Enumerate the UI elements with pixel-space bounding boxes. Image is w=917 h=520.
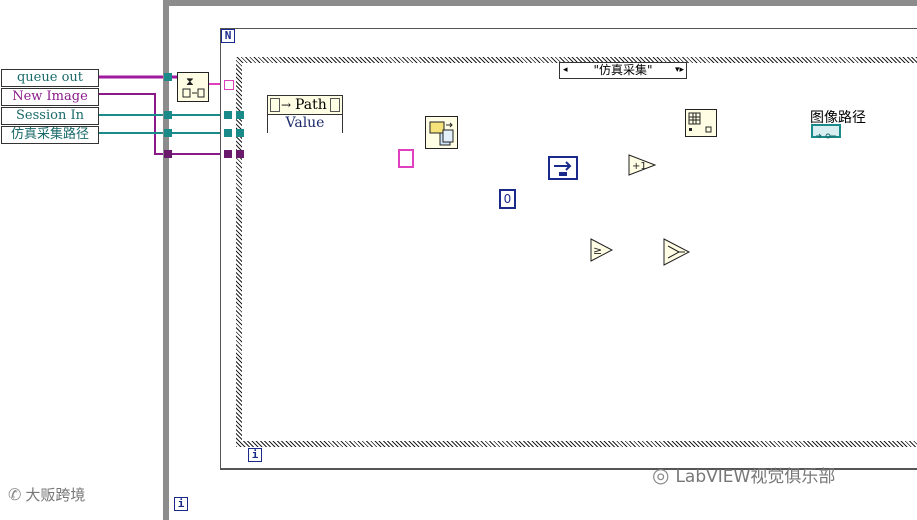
case-selector-value: "仿真采集" bbox=[593, 63, 653, 77]
new-image-control[interactable]: New Image bbox=[1, 88, 99, 106]
list-folder-node[interactable] bbox=[425, 116, 458, 149]
compare-node[interactable]: ≥ bbox=[590, 238, 614, 262]
property-node-ref-icon bbox=[270, 98, 280, 112]
increment-icon: +1 bbox=[632, 161, 647, 172]
for-loop-count-terminal[interactable]: N bbox=[221, 29, 235, 43]
image-tunnel bbox=[164, 150, 172, 158]
session-case-tunnel bbox=[236, 111, 244, 119]
svg-text:⧗: ⧗ bbox=[186, 75, 194, 88]
property-node-header: → Path bbox=[268, 96, 342, 115]
feedback-node[interactable] bbox=[548, 156, 578, 180]
increment-node[interactable]: +1 bbox=[627, 153, 657, 177]
case-next-arrow[interactable]: ▾▸ bbox=[675, 63, 684, 78]
image-case-tunnel-outer bbox=[224, 150, 232, 158]
queue-out-control[interactable]: queue out bbox=[1, 69, 99, 87]
path-case-tunnel-outer bbox=[224, 129, 232, 137]
zero-constant[interactable]: 0 bbox=[499, 189, 516, 209]
session-case-tunnel-outer bbox=[224, 111, 232, 119]
property-node-ref-out-icon bbox=[330, 98, 340, 112]
queue-tunnel bbox=[164, 73, 172, 81]
property-node-title: Path bbox=[295, 97, 327, 113]
path-property-node[interactable]: → Path Value bbox=[267, 95, 343, 133]
path-indicator-icon bbox=[816, 133, 836, 139]
image-case-tunnel bbox=[236, 150, 244, 158]
session-in-control[interactable]: Session In bbox=[1, 107, 99, 125]
path-case-tunnel bbox=[236, 129, 244, 137]
cluster-wires bbox=[99, 75, 168, 155]
index-array-icon bbox=[688, 112, 712, 133]
watermark-left-icon: ✆ bbox=[8, 485, 22, 504]
watermark-left-text: 大贩跨境 bbox=[25, 486, 86, 504]
dequeue-icon: ⧗ bbox=[182, 75, 205, 98]
new-image-wire bbox=[99, 93, 168, 155]
greater-equal-icon: ≥ bbox=[593, 244, 602, 257]
dequeue-element-node[interactable]: ⧗ bbox=[177, 72, 209, 102]
watermark-left: ✆ 大贩跨境 bbox=[8, 484, 85, 505]
select-node[interactable] bbox=[663, 238, 691, 266]
index-array-node[interactable] bbox=[685, 109, 717, 137]
watermark-right-text: LabVIEW视觉俱乐部 bbox=[675, 467, 836, 487]
wechat-icon: ◎ bbox=[652, 462, 670, 487]
session-tunnel bbox=[164, 111, 172, 119]
property-node-value: Value bbox=[268, 115, 342, 133]
watermark-right: ◎ LabVIEW视觉俱乐部 bbox=[652, 462, 836, 488]
sim-path-control[interactable]: 仿真采集路径 bbox=[1, 126, 99, 144]
for-loop-index-terminal[interactable]: i bbox=[248, 448, 262, 462]
image-path-indicator[interactable] bbox=[811, 124, 841, 139]
pattern-string-constant[interactable] bbox=[398, 149, 414, 168]
while-loop-index-terminal[interactable]: i bbox=[174, 497, 188, 511]
feedback-arrow-icon bbox=[554, 161, 572, 176]
case-prev-arrow[interactable]: ◂ bbox=[563, 63, 568, 78]
property-arrow-icon: → bbox=[281, 98, 292, 112]
path-tunnel bbox=[164, 129, 172, 137]
queue-case-tunnel bbox=[224, 80, 234, 90]
case-selector-label[interactable]: ◂ "仿真采集" ▾▸ bbox=[559, 62, 687, 79]
folder-icon bbox=[429, 121, 454, 146]
